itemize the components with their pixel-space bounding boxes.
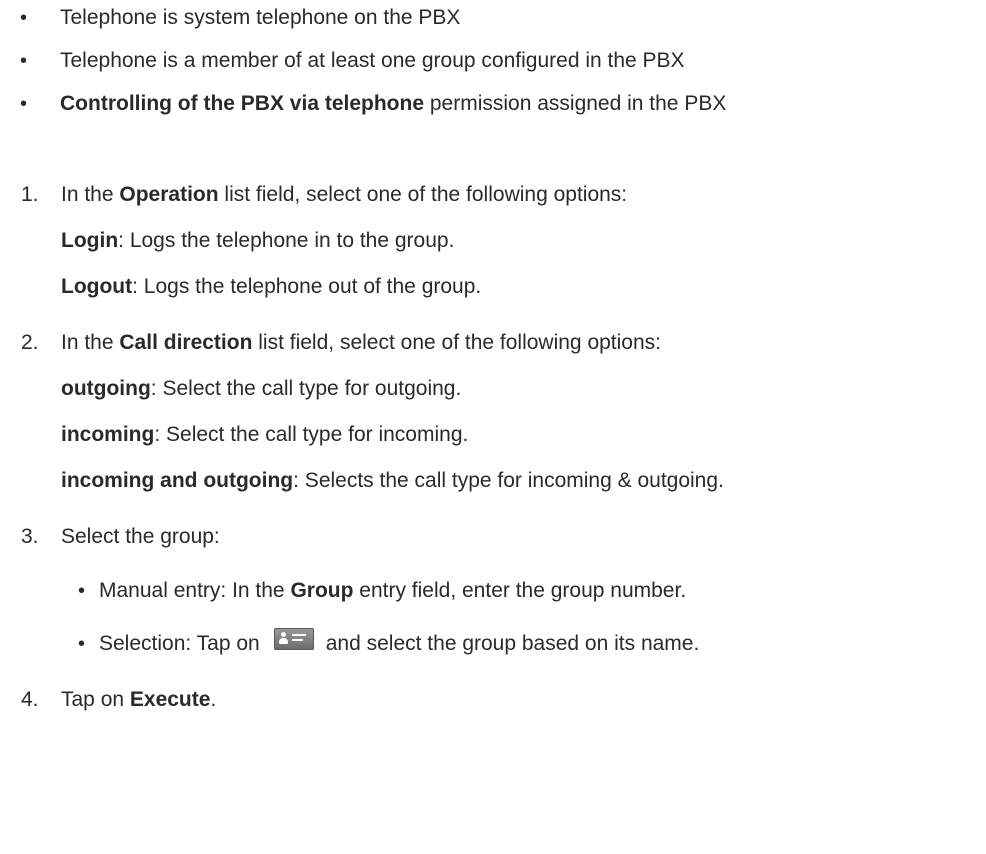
- option-item: outgoing: Select the call type for outgo…: [61, 377, 462, 400]
- step-number: 3.: [21, 525, 39, 548]
- prerequisite-item: Telephone is a member of at least one gr…: [60, 49, 685, 72]
- bullet-icon: •: [20, 93, 28, 115]
- option-item: Login: Logs the telephone in to the grou…: [61, 229, 455, 252]
- directory-icon[interactable]: [273, 628, 314, 651]
- sub-item-manual-entry: Manual entry: In the Group entry field, …: [99, 579, 687, 602]
- bullet-icon: •: [20, 7, 28, 29]
- step-text: In the Operation list field, select one …: [61, 183, 628, 206]
- prerequisite-item: Controlling of the PBX via telephone per…: [60, 92, 727, 115]
- step-number: 2.: [21, 331, 39, 354]
- step-number: 1.: [21, 183, 39, 206]
- option-item: Logout: Logs the telephone out of the gr…: [61, 275, 482, 298]
- bullet-icon: •: [78, 580, 86, 602]
- prerequisite-item: Telephone is system telephone on the PBX: [60, 6, 461, 29]
- step-number: 4.: [21, 688, 39, 711]
- step-text: In the Call direction list field, select…: [61, 331, 661, 354]
- step-text: Select the group:: [61, 525, 220, 548]
- step-text: Tap on Execute.: [61, 688, 217, 711]
- option-item: incoming and outgoing: Selects the call …: [61, 469, 724, 492]
- sub-item-selection: Selection: Tap on and select the group b…: [99, 628, 699, 658]
- option-item: incoming: Select the call type for incom…: [61, 423, 469, 446]
- bullet-icon: •: [20, 50, 28, 72]
- bullet-icon: •: [78, 633, 86, 655]
